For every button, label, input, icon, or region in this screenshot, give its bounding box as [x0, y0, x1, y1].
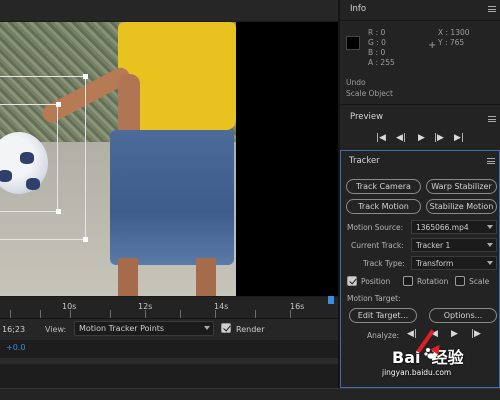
- work-area-end-marker[interactable]: [328, 296, 334, 304]
- next-frame-icon[interactable]: |▶: [434, 133, 444, 143]
- timecode-display[interactable]: 16;23: [2, 325, 25, 334]
- view-dropdown[interactable]: Motion Tracker Points: [74, 321, 214, 336]
- color-swatch: [346, 36, 360, 50]
- chevron-down-icon: [487, 243, 493, 247]
- timeline-bottom-bar[interactable]: [0, 388, 500, 400]
- position-label: Position: [361, 277, 391, 286]
- footage-frame[interactable]: [0, 22, 236, 296]
- ruler-tick: [70, 310, 71, 318]
- render-label: Render: [236, 325, 265, 334]
- divider: [340, 20, 500, 21]
- undo-label: Undo: [346, 78, 366, 87]
- preview-panel-header[interactable]: Preview: [340, 108, 500, 126]
- info-b: B : 0: [368, 48, 386, 57]
- ruler-tick: [10, 310, 11, 318]
- info-r: R : 0: [368, 28, 386, 37]
- tracker-handle[interactable]: [83, 237, 88, 242]
- menu-icon[interactable]: [487, 158, 495, 164]
- chevron-down-icon: [204, 326, 210, 330]
- preview-title: Preview: [350, 112, 384, 122]
- view-label: View:: [45, 325, 67, 334]
- first-frame-icon[interactable]: |◀: [376, 133, 386, 143]
- ruler-tick: [255, 310, 256, 318]
- crosshair-icon: +: [428, 40, 437, 51]
- ruler-tick: [110, 310, 111, 318]
- motion-source-label: Motion Source:: [347, 223, 404, 232]
- current-track-value: Tracker 1: [416, 241, 451, 250]
- track-type-label: Track Type:: [363, 259, 405, 268]
- analyze-label: Analyze:: [367, 331, 400, 340]
- info-g: G : 0: [368, 38, 386, 47]
- ruler-tick: [40, 310, 41, 318]
- menu-icon[interactable]: [488, 6, 496, 12]
- scale-checkbox[interactable]: [455, 276, 465, 286]
- edit-target-button[interactable]: Edit Target...: [349, 308, 417, 323]
- current-track-label: Current Track:: [351, 241, 404, 250]
- watermark-url: jingyan.baidu.com: [382, 368, 452, 377]
- view-dropdown-value: Motion Tracker Points: [79, 324, 165, 333]
- right-leg: [196, 258, 216, 296]
- warp-stabilizer-button[interactable]: Warp Stabilizer: [426, 179, 497, 194]
- denim-shorts: [110, 130, 234, 265]
- current-track-dropdown[interactable]: Tracker 1: [411, 238, 497, 252]
- analyze-forward-icon[interactable]: ▶: [451, 329, 458, 339]
- chevron-down-icon: [487, 261, 493, 265]
- info-a: A : 255: [368, 58, 395, 67]
- tracker-title: Tracker: [349, 156, 380, 166]
- track-type-value: Transform: [416, 259, 454, 268]
- menu-icon[interactable]: [488, 116, 496, 122]
- viewer-top-bar: [0, 0, 338, 22]
- divider: [340, 104, 500, 105]
- ruler-tick: [145, 310, 146, 318]
- analyze-forward-frame-icon[interactable]: |▶: [471, 329, 481, 339]
- track-type-dropdown[interactable]: Transform: [411, 256, 497, 270]
- exposure-value[interactable]: +0.0: [6, 343, 25, 352]
- motion-source-value: 1365066.mp4: [416, 223, 469, 232]
- ruler-tick: [180, 310, 181, 318]
- track-motion-button[interactable]: Track Motion: [346, 199, 421, 214]
- tracker-handle[interactable]: [56, 209, 61, 214]
- last-frame-icon[interactable]: ▶|: [454, 133, 464, 143]
- info-x: X : 1300: [438, 28, 470, 37]
- ruler-tick: [215, 310, 216, 318]
- track-camera-button[interactable]: Track Camera: [346, 179, 421, 194]
- ruler-tick: [290, 310, 291, 318]
- composition-viewer[interactable]: [0, 0, 338, 296]
- tracker-handle[interactable]: [56, 102, 61, 107]
- scale-label: Scale: [469, 277, 490, 286]
- left-leg: [118, 258, 138, 296]
- time-label: 12s: [138, 302, 153, 311]
- render-checkbox[interactable]: [221, 323, 231, 333]
- previous-frame-icon[interactable]: ◀|: [396, 133, 406, 143]
- rotation-label: Rotation: [417, 277, 449, 286]
- play-icon[interactable]: ▶: [418, 133, 425, 143]
- time-label: 14s: [214, 302, 229, 311]
- motion-target-label: Motion Target:: [347, 294, 401, 303]
- info-panel-header[interactable]: Info: [340, 0, 500, 18]
- motion-source-dropdown[interactable]: 1365066.mp4: [411, 220, 497, 234]
- info-y: Y : 765: [438, 38, 465, 47]
- rotation-checkbox[interactable]: [403, 276, 413, 286]
- empty-canvas-area: [236, 22, 338, 296]
- time-label: 16s: [290, 302, 305, 311]
- tracker-handle[interactable]: [83, 74, 88, 79]
- undo-action: Scale Object: [346, 89, 393, 98]
- analyze-back-frame-icon[interactable]: ◀|: [407, 329, 417, 339]
- stabilize-motion-button[interactable]: Stabilize Motion: [426, 199, 497, 214]
- info-title: Info: [350, 4, 367, 14]
- time-label: 10s: [62, 302, 77, 311]
- position-checkbox[interactable]: [347, 276, 357, 286]
- tracker-feature-region[interactable]: [0, 104, 58, 212]
- time-ruler[interactable]: [0, 296, 338, 318]
- options-button[interactable]: Options...: [429, 308, 497, 323]
- chevron-down-icon: [487, 225, 493, 229]
